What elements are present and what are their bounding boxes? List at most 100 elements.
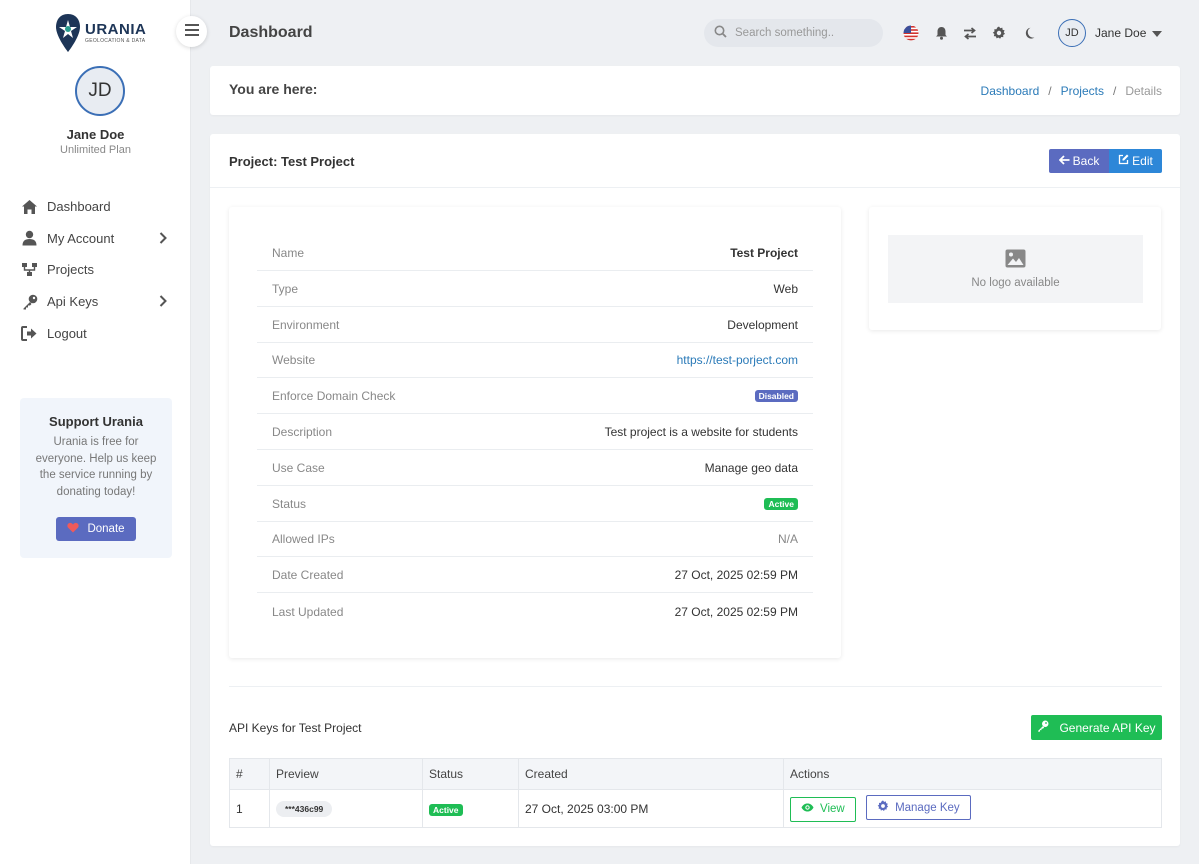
detail-key: Last Updated <box>272 605 344 619</box>
breadcrumb-link-projects[interactable]: Projects <box>1061 84 1104 98</box>
edit-label: Edit <box>1132 154 1153 168</box>
manage-key-button[interactable]: Manage Key <box>866 795 971 821</box>
key-icon <box>21 293 38 310</box>
detail-row-use-case: Use Case Manage geo data <box>257 450 813 486</box>
project-logo-panel: No logo available <box>869 207 1161 330</box>
status-cell: Active <box>422 789 519 828</box>
project-card: Project: Test Project Back Edit Name Tes… <box>210 134 1180 846</box>
status-badge: Active <box>764 497 798 510</box>
detail-row-type: Type Web <box>257 271 813 307</box>
sidebar-item-label: Projects <box>47 262 94 278</box>
status-badge: Disabled <box>754 389 798 402</box>
breadcrumb-card: You are here: Dashboard / Projects / Det… <box>210 66 1180 115</box>
moon-icon[interactable] <box>1020 25 1036 41</box>
search-bar <box>704 19 883 47</box>
row-number: 1 <box>229 789 270 828</box>
heart-icon <box>67 522 80 536</box>
us-flag-icon[interactable] <box>903 25 919 41</box>
avatar-initials: JD <box>1065 27 1079 39</box>
project-actions: Back Edit <box>1049 149 1162 173</box>
detail-key: Name <box>272 245 305 260</box>
logout-icon <box>21 325 38 342</box>
api-keys-table: # Preview Status Created Actions 1 ***43… <box>229 758 1162 828</box>
breadcrumb-link-dashboard[interactable]: Dashboard <box>981 84 1040 98</box>
detail-key: Use Case <box>272 460 325 475</box>
sidebar-user-name: Jane Doe <box>66 127 125 142</box>
sidebar-item-logout[interactable]: Logout <box>0 317 191 349</box>
bell-icon[interactable] <box>933 25 949 41</box>
user-avatar: JD <box>75 66 125 116</box>
detail-key: Description <box>272 424 333 439</box>
generate-api-key-button[interactable]: Generate API Key <box>1031 715 1162 740</box>
breadcrumb-separator: / <box>1112 84 1117 98</box>
detail-value: 27 Oct, 2025 02:59 PM <box>674 605 798 619</box>
status-badge: Active <box>429 803 463 816</box>
sidebar-item-label: Api Keys <box>47 294 99 310</box>
edit-icon <box>1118 154 1129 168</box>
breadcrumb-separator: / <box>1048 84 1052 98</box>
sidebar-toggle-button[interactable] <box>176 16 207 47</box>
detail-value: Test project is a website for students <box>604 424 798 439</box>
detail-key: Website <box>272 352 316 367</box>
detail-row-name: Name Test Project <box>257 235 813 271</box>
back-label: Back <box>1072 154 1100 168</box>
detail-key: Environment <box>272 317 340 332</box>
sidebar-item-projects[interactable]: Projects <box>0 254 191 286</box>
donate-label: Donate <box>87 523 125 535</box>
table-row: 1 ***436c99 Active 27 Oct, 2025 03:00 PM… <box>229 789 1162 828</box>
detail-key: Type <box>272 281 299 296</box>
column-header: Created <box>518 758 784 790</box>
column-header: Preview <box>269 758 423 790</box>
website-link[interactable]: https://test-porject.com <box>677 353 798 367</box>
detail-key: Enforce Domain Check <box>272 388 396 403</box>
generate-label: Generate API Key <box>1059 720 1156 735</box>
support-text: Urania is free for everyone. Help us kee… <box>35 436 157 498</box>
preview-cell: ***436c99 <box>269 789 423 828</box>
urania-logo-icon <box>56 14 80 52</box>
sidebar-nav: Dashboard My Account Projects Api Keys L… <box>0 191 191 349</box>
eye-icon <box>801 803 814 815</box>
user-menu-dropdown[interactable]: Jane Doe <box>1095 26 1163 40</box>
key-icon <box>1037 720 1049 735</box>
sidebar-item-dashboard[interactable]: Dashboard <box>0 191 191 223</box>
column-header: Actions <box>783 758 1162 790</box>
detail-value: 27 Oct, 2025 02:59 PM <box>674 567 798 582</box>
actions-cell: View Manage Key <box>783 789 1162 828</box>
header-avatar[interactable]: JD <box>1058 19 1086 47</box>
column-header: Status <box>422 758 519 790</box>
detail-row-status: Status Active <box>257 486 813 522</box>
projects-icon <box>21 261 38 278</box>
detail-value: Development <box>727 317 798 332</box>
gear-icon[interactable] <box>991 25 1007 41</box>
search-input[interactable] <box>735 27 870 39</box>
back-button[interactable]: Back <box>1049 149 1109 173</box>
image-icon <box>1005 249 1026 271</box>
breadcrumb: Dashboard / Projects / Details <box>981 84 1162 98</box>
sidebar-item-api-keys[interactable]: Api Keys <box>0 286 191 318</box>
detail-row-last-updated: Last Updated 27 Oct, 2025 02:59 PM <box>257 594 813 630</box>
breadcrumb-current: Details <box>1125 84 1162 98</box>
arrow-left-icon <box>1058 154 1070 168</box>
api-keys-title: API Keys for Test Project <box>229 721 362 735</box>
sidebar-user-plan: Unlimited Plan <box>60 144 131 156</box>
support-box: Support Urania Urania is free for everyo… <box>20 398 172 558</box>
detail-value: Web <box>773 281 798 296</box>
detail-row-allowed-ips: Allowed IPs N/A <box>257 521 813 557</box>
search-icon <box>714 25 727 41</box>
breadcrumb-label: You are here: <box>229 81 318 97</box>
manage-label: Manage Key <box>895 801 960 814</box>
view-label: View <box>820 803 845 816</box>
detail-row-website: Website https://test-porject.com <box>257 342 813 378</box>
brand-name: URANIA <box>85 21 147 38</box>
sidebar-item-my-account[interactable]: My Account <box>0 223 191 255</box>
support-title: Support Urania <box>49 414 143 429</box>
edit-button[interactable]: Edit <box>1109 149 1162 173</box>
swap-icon[interactable] <box>962 25 978 41</box>
view-button[interactable]: View <box>790 796 856 822</box>
donate-button[interactable]: Donate <box>56 517 136 541</box>
project-details-panel: Name Test Project Type Web Environment D… <box>229 207 841 658</box>
sidebar: URANIA GEOLOCATION & DATA JD Jane Doe Un… <box>0 0 191 864</box>
brand-logo[interactable]: URANIA GEOLOCATION & DATA <box>55 12 146 54</box>
menu-icon <box>184 24 199 39</box>
detail-key: Status <box>272 496 307 511</box>
